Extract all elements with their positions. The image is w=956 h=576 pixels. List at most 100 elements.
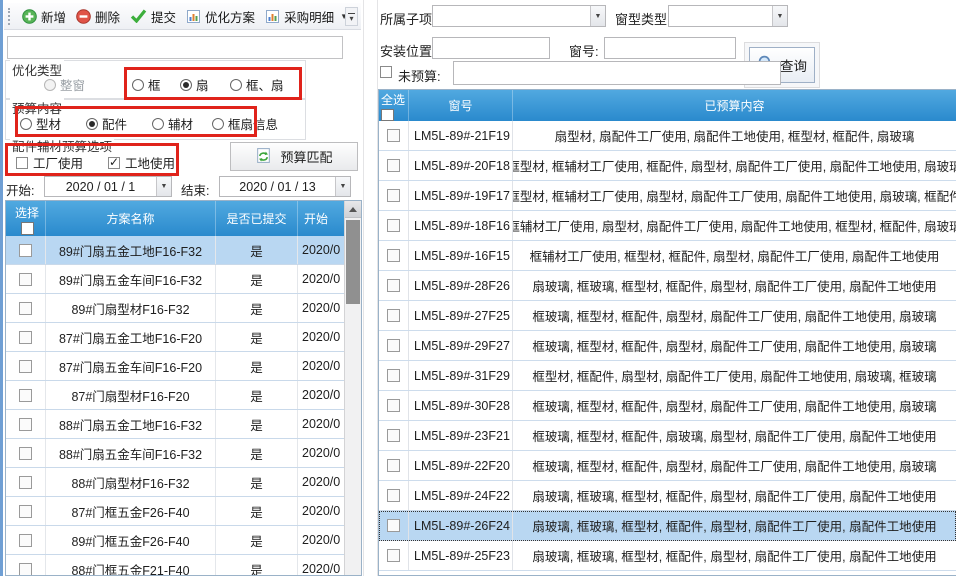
window-row-checkbox[interactable]: [387, 369, 400, 382]
submit-button[interactable]: 提交: [125, 5, 181, 28]
window-table-row[interactable]: LM5L-89#-29F27框玻璃, 框型材, 框配件, 扇型材, 扇配件工厂使…: [379, 331, 956, 361]
window-table-row[interactable]: LM5L-89#-24F22扇玻璃, 框玻璃, 框型材, 框配件, 扇型材, 扇…: [379, 481, 956, 511]
plan-filter-input[interactable]: [7, 36, 343, 59]
plan-row-checkbox[interactable]: [19, 505, 32, 518]
plan-row-checkbox[interactable]: [19, 476, 32, 489]
plan-row-checkbox[interactable]: [19, 331, 32, 344]
window-type-dropdown-icon[interactable]: ▼: [772, 6, 787, 26]
plan-table-header-start[interactable]: 开始: [298, 201, 345, 236]
window-no-input[interactable]: [604, 37, 736, 59]
install-pos-input[interactable]: [432, 37, 550, 59]
toolbar-grip[interactable]: [8, 8, 11, 25]
start-date-dropdown-icon[interactable]: ▼: [156, 177, 171, 196]
window-table-row[interactable]: LM5L-89#-19F17框型材, 框辅材工厂使用, 扇型材, 扇配件工厂使用…: [379, 181, 956, 211]
radio-icon[interactable]: [230, 79, 242, 91]
plan-row-checkbox[interactable]: [19, 563, 32, 576]
window-table-row[interactable]: LM5L-89#-20F18框型材, 框辅材工厂使用, 框配件, 扇型材, 扇配…: [379, 151, 956, 181]
plan-table-row[interactable]: 89#门扇五金车间F16-F32是2020/0: [6, 265, 345, 294]
window-row-checkbox[interactable]: [387, 129, 400, 142]
plan-table-row[interactable]: 87#门框五金F26-F40是2020/0: [6, 497, 345, 526]
window-table-row[interactable]: LM5L-89#-18F16框辅材工厂使用, 扇型材, 扇配件工厂使用, 扇配件…: [379, 211, 956, 241]
optimize-plan-button[interactable]: 优化方案: [181, 5, 260, 28]
start-date-picker[interactable]: 2020 / 01 / 1 ▼: [44, 176, 172, 197]
plan-row-checkbox[interactable]: [19, 360, 32, 373]
window-row-checkbox[interactable]: [387, 219, 400, 232]
window-row-checkbox[interactable]: [387, 279, 400, 292]
radio-icon[interactable]: [212, 118, 224, 130]
window-table-header-window-no[interactable]: 窗号: [409, 90, 513, 121]
plan-table-row[interactable]: 89#门框五金F26-F40是2020/0: [6, 526, 345, 555]
window-table-row[interactable]: LM5L-89#-21F19扇型材, 扇配件工厂使用, 扇配件工地使用, 框型材…: [379, 121, 956, 151]
frame-sash-info-radio[interactable]: 框扇信息: [212, 114, 278, 133]
window-table-row[interactable]: LM5L-89#-30F28框玻璃, 框型材, 框配件, 扇型材, 扇配件工厂使…: [379, 391, 956, 421]
plan-table-row[interactable]: 89#门扇型材F16-F32是2020/0: [6, 294, 345, 323]
window-table-row[interactable]: LM5L-89#-22F20框玻璃, 框型材, 框配件, 扇型材, 扇配件工厂使…: [379, 451, 956, 481]
frame-sash-radio[interactable]: 框、扇: [230, 75, 284, 94]
plan-table-row[interactable]: 87#门扇五金工地F16-F20是2020/0: [6, 323, 345, 352]
new-button[interactable]: 新增: [17, 5, 71, 28]
end-date-dropdown-icon[interactable]: ▼: [335, 177, 350, 196]
scrollbar-up-icon[interactable]: [345, 201, 361, 218]
window-row-checkbox[interactable]: [387, 339, 400, 352]
unbudgeted-input[interactable]: [453, 61, 781, 85]
plan-table-row[interactable]: 88#门框五金F21-F40是2020/0: [6, 555, 345, 576]
sub-item-combo[interactable]: ▼: [432, 5, 606, 27]
window-table-row[interactable]: LM5L-89#-16F15框辅材工厂使用, 框型材, 框配件, 扇型材, 扇配…: [379, 241, 956, 271]
window-row-checkbox[interactable]: [387, 249, 400, 262]
delete-button[interactable]: 删除: [71, 5, 125, 28]
plan-table-row[interactable]: 87#门扇五金车间F16-F20是2020/0: [6, 352, 345, 381]
window-table-row[interactable]: LM5L-89#-28F26扇玻璃, 框玻璃, 框型材, 框配件, 扇型材, 扇…: [379, 271, 956, 301]
unbudgeted-checkbox[interactable]: [380, 66, 392, 78]
window-table-row[interactable]: LM5L-89#-27F25框玻璃, 框型材, 框配件, 扇型材, 扇配件工厂使…: [379, 301, 956, 331]
sub-item-dropdown-icon[interactable]: ▼: [590, 6, 605, 26]
window-row-checkbox[interactable]: [387, 399, 400, 412]
plan-row-checkbox[interactable]: [19, 244, 32, 257]
radio-icon[interactable]: [180, 79, 192, 91]
window-type-combo[interactable]: ▼: [668, 5, 788, 27]
fitting-radio[interactable]: 配件: [86, 114, 127, 133]
window-row-checkbox[interactable]: [387, 519, 400, 532]
panel-splitter[interactable]: [363, 0, 378, 576]
radio-icon[interactable]: [152, 118, 164, 130]
plan-table-row[interactable]: 88#门扇型材F16-F32是2020/0: [6, 468, 345, 497]
scrollbar-thumb[interactable]: [346, 220, 360, 304]
plan-row-checkbox[interactable]: [19, 389, 32, 402]
window-table-row[interactable]: LM5L-89#-31F29框型材, 框配件, 扇型材, 扇配件工厂使用, 扇配…: [379, 361, 956, 391]
checkbox-icon[interactable]: [108, 157, 120, 169]
window-row-checkbox[interactable]: [387, 189, 400, 202]
plan-table-row[interactable]: 89#门扇五金工地F16-F32是2020/0: [6, 236, 345, 265]
radio-icon[interactable]: [132, 79, 144, 91]
plan-table-scrollbar[interactable]: [344, 201, 361, 575]
checkbox-icon[interactable]: [16, 157, 28, 169]
window-table-row[interactable]: LM5L-89#-26F24扇玻璃, 框玻璃, 框型材, 框配件, 扇型材, 扇…: [379, 511, 956, 541]
plan-table-row[interactable]: 88#门扇五金车间F16-F32是2020/0: [6, 439, 345, 468]
sash-radio[interactable]: 扇: [180, 75, 209, 94]
select-all-windows-checkbox[interactable]: [381, 109, 394, 121]
window-table-header-content[interactable]: 已预算内容: [513, 90, 956, 121]
window-row-checkbox[interactable]: [387, 159, 400, 172]
window-row-checkbox[interactable]: [387, 429, 400, 442]
window-row-checkbox[interactable]: [387, 459, 400, 472]
window-table-row[interactable]: LM5L-89#-23F21框玻璃, 框型材, 框配件, 扇玻璃, 扇型材, 扇…: [379, 421, 956, 451]
plan-table-row[interactable]: 88#门扇五金工地F16-F32是2020/0: [6, 410, 345, 439]
window-row-checkbox[interactable]: [387, 549, 400, 562]
plan-table-header-name[interactable]: 方案名称: [46, 201, 216, 236]
toolbar-overflow-button[interactable]: ▾: [345, 7, 358, 26]
site-use-checkbox[interactable]: 工地使用: [108, 153, 175, 172]
radio-icon[interactable]: [86, 118, 98, 130]
plan-row-checkbox[interactable]: [19, 447, 32, 460]
select-all-plans-checkbox[interactable]: [21, 222, 34, 235]
plan-row-checkbox[interactable]: [19, 302, 32, 315]
radio-icon[interactable]: [20, 118, 32, 130]
plan-row-checkbox[interactable]: [19, 273, 32, 286]
aux-material-radio[interactable]: 辅材: [152, 114, 193, 133]
window-table-row[interactable]: LM5L-89#-25F23扇玻璃, 框玻璃, 框型材, 框配件, 扇型材, 扇…: [379, 541, 956, 571]
window-row-checkbox[interactable]: [387, 309, 400, 322]
frame-radio[interactable]: 框: [132, 75, 161, 94]
plan-row-checkbox[interactable]: [19, 418, 32, 431]
window-row-checkbox[interactable]: [387, 489, 400, 502]
purchase-detail-button[interactable]: 采购明细▼: [260, 5, 353, 28]
plan-table-header-submitted[interactable]: 是否已提交: [216, 201, 298, 236]
end-date-picker[interactable]: 2020 / 01 / 13 ▼: [219, 176, 351, 197]
plan-row-checkbox[interactable]: [19, 534, 32, 547]
